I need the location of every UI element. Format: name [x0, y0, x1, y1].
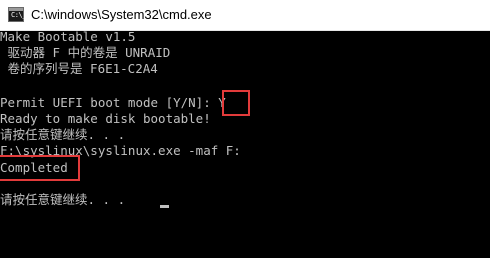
cmd-icon-prompt: C:\_	[11, 11, 26, 19]
text-cursor	[160, 205, 169, 208]
cmd-window: C:\_ C:\windows\System32\cmd.exe Make Bo…	[0, 0, 490, 258]
console-output[interactable]: Make Bootable v1.5 驱动器 F 中的卷是 UNRAID 卷的序…	[0, 29, 490, 258]
console-line-press-any-key: 请按任意键继续. . .	[0, 127, 126, 142]
console-line-ready: Ready to make disk bootable!	[0, 111, 211, 126]
window-title: C:\windows\System32\cmd.exe	[31, 7, 212, 22]
title-bar[interactable]: C:\_ C:\windows\System32\cmd.exe	[0, 0, 490, 31]
cmd-icon: C:\_	[8, 7, 26, 22]
console-line-serial-number: 卷的序列号是 F6E1-C2A4	[0, 61, 158, 76]
console-line-volume-label: 驱动器 F 中的卷是 UNRAID	[0, 45, 171, 60]
console-line-version: Make Bootable v1.5	[0, 29, 136, 44]
console-line-press-any-key-2: 请按任意键继续. . .	[0, 192, 126, 207]
highlight-box-uefi-answer	[222, 90, 250, 116]
highlight-box-completed	[0, 155, 80, 181]
console-line-uefi-prompt: Permit UEFI boot mode [Y/N]: Y	[0, 95, 226, 110]
